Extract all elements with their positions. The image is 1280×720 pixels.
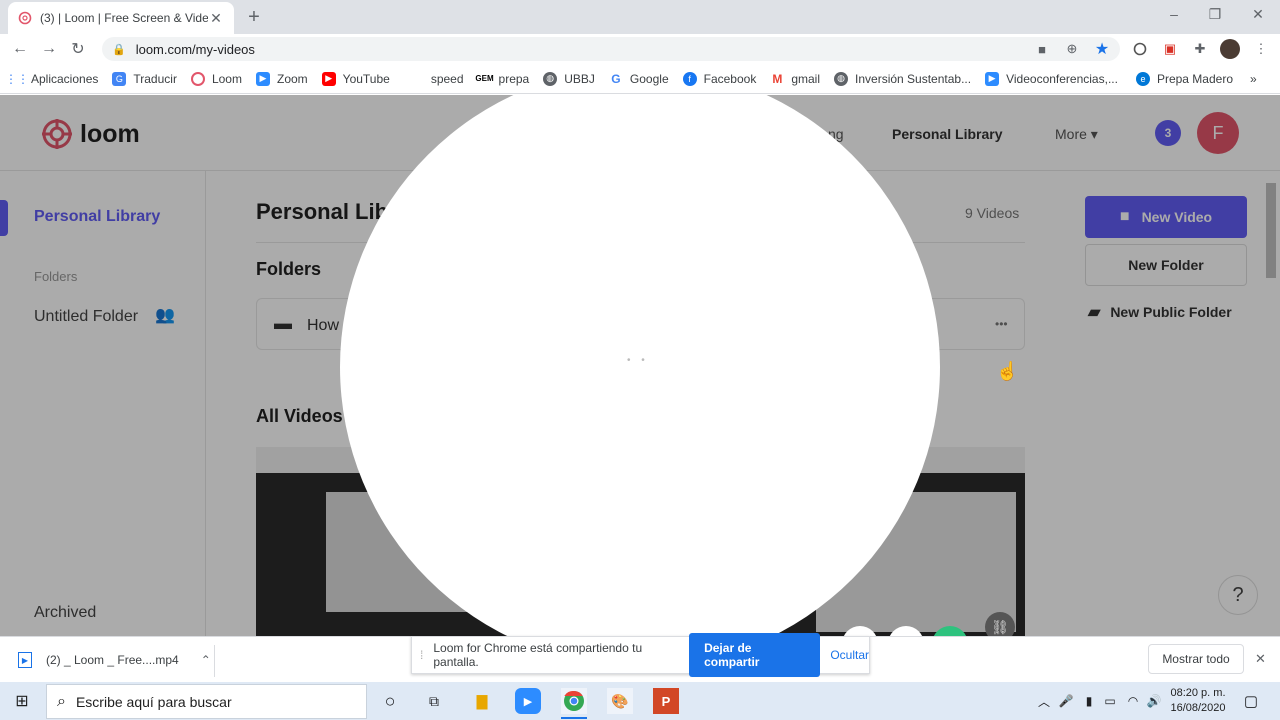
bookmark-youtube[interactable]: ▶ YouTube (321, 71, 390, 86)
bookmark-prepa[interactable]: GEM prepa (475, 72, 529, 86)
bookmark-traducir[interactable]: G Traducir (112, 71, 177, 86)
forward-icon[interactable]: → (38, 38, 60, 60)
blank-icon (410, 72, 424, 86)
bookmark-star-icon[interactable]: ★ (1093, 40, 1111, 58)
bookmark-zoom[interactable]: ▶ Zoom (255, 71, 308, 86)
bookmark-gmail[interactable]: Mgmail (770, 72, 820, 86)
loom-extension-icon[interactable] (1131, 40, 1149, 58)
tab-close-icon[interactable]: ✕ (208, 10, 224, 27)
file-explorer-icon[interactable]: ▇ (469, 688, 495, 714)
google-icon: G (611, 71, 621, 86)
youtube-icon: ▶ (321, 71, 336, 86)
show-all-button[interactable]: Mostrar todo (1148, 644, 1244, 674)
bookmarks-bar: ⋮⋮ Aplicaciones G Traducir Loom ▶ Zoom ▶ You… (0, 64, 1280, 94)
page-content: loom ng Personal Library More ▾ 3 F Pers… (0, 95, 1280, 636)
task-view-icon[interactable]: ⧉ (421, 688, 447, 714)
search-icon: ⌕ (57, 692, 66, 710)
download-bar-close-icon[interactable]: ✕ (1255, 651, 1266, 667)
zoom-magnifier-icon[interactable]: ⊕ (1063, 40, 1081, 58)
browser-tab[interactable]: (3) | Loom | Free Screen & Video ✕ (8, 2, 234, 34)
notifications-icon[interactable]: ▢ (1238, 688, 1264, 714)
drag-handle-icon[interactable]: ⁞ (420, 648, 423, 662)
download-item[interactable]: ▶ (2) _ Loom _ Free....mp4 ⌃ (18, 652, 211, 668)
bookmark-videoconferencias[interactable]: ▶ Videoconferencias,... (985, 71, 1118, 86)
tab-strip: (3) | Loom | Free Screen & Video ✕ + – ❐… (0, 0, 1280, 34)
bookmark-facebook[interactable]: f Facebook (682, 71, 756, 86)
loading-dots: • • (627, 355, 649, 366)
bookmark-loom[interactable]: Loom (190, 71, 242, 86)
profile-avatar[interactable] (1220, 39, 1240, 59)
active-app-indicator (561, 717, 587, 719)
screen-share-bar: ⁞ Loom for Chrome está compartiendo tu p… (411, 633, 870, 677)
url-text: loom.com/my-videos (135, 41, 255, 57)
globe-icon: ◍ (543, 71, 558, 86)
translate-icon: G (112, 71, 127, 86)
hide-link[interactable]: Ocultar (830, 648, 869, 662)
menu-kebab-icon[interactable]: ⋮ (1252, 40, 1270, 58)
bookmark-aplicaciones[interactable]: ⋮⋮ Aplicaciones (5, 71, 98, 86)
extensions-puzzle-icon[interactable]: ✚ (1191, 40, 1209, 58)
minimize-button[interactable]: – (1164, 6, 1184, 22)
clock-date: 16/08/2020 (1170, 702, 1226, 714)
powerpoint-app-icon[interactable]: P (653, 688, 679, 714)
chrome-app-icon[interactable] (561, 688, 587, 714)
globe-icon: ◍ (834, 71, 849, 86)
save-extension-icon[interactable]: ▣ (1161, 40, 1179, 58)
taskbar-search-input[interactable]: ⌕ Escribe aquí para buscar (46, 684, 367, 719)
volume-icon[interactable]: 🔊 (1141, 688, 1167, 714)
edge-icon: e (1135, 71, 1150, 86)
tab-title: (3) | Loom | Free Screen & Video (40, 11, 208, 25)
bookmark-prepa-madero[interactable]: e Prepa Madero (1135, 71, 1233, 86)
copy-link-icon[interactable]: ⛓ (985, 612, 1015, 636)
gmail-icon: M (772, 71, 783, 86)
close-window-button[interactable]: ✕ (1248, 6, 1268, 23)
facebook-icon: f (682, 71, 697, 86)
loom-favicon-icon (18, 11, 32, 25)
clock-time: 08:20 p. m. (1170, 687, 1226, 699)
taskbar-clock[interactable]: 08:20 p. m. 16/08/2020 (1166, 686, 1230, 716)
video-file-icon: ▶ (18, 652, 32, 668)
bookmarks-overflow-icon[interactable]: » (1250, 72, 1257, 86)
mouse-cursor-icon: ☝ (996, 361, 1019, 381)
divider (214, 645, 215, 677)
chevron-up-icon[interactable]: ⌃ (201, 653, 211, 667)
download-file-name: (2) _ Loom _ Free....mp4 (46, 653, 179, 667)
bookmark-ubbj[interactable]: ◍ UBBJ (543, 71, 595, 86)
windows-start-icon[interactable]: ⊞ (9, 688, 35, 714)
new-tab-button[interactable]: + (244, 6, 264, 29)
bookmark-google[interactable]: G Google (609, 71, 668, 86)
zoom-icon: ▶ (985, 71, 1000, 86)
reload-icon[interactable]: ↻ (67, 38, 89, 60)
paint-app-icon[interactable]: 🎨 (607, 688, 633, 714)
maximize-button[interactable]: ❐ (1205, 6, 1225, 23)
camera-bubble[interactable]: • • (340, 95, 940, 636)
zoom-icon: ▶ (255, 71, 270, 86)
lock-icon: 🔒 (112, 43, 126, 56)
camera-icon[interactable]: ■ (1033, 40, 1051, 58)
apps-grid-icon: ⋮⋮ (5, 71, 29, 86)
loom-icon (190, 71, 205, 86)
stop-sharing-button[interactable]: Dejar de compartir (689, 633, 821, 677)
zoom-app-icon[interactable]: ▶ (515, 688, 541, 714)
search-placeholder: Escribe aquí para buscar (75, 693, 232, 710)
bookmark-speed[interactable]: speed (410, 72, 464, 86)
cortana-icon[interactable]: ○ (377, 688, 403, 714)
bookmark-inversion[interactable]: ◍ Inversión Sustentab... (834, 71, 971, 86)
gem-icon: GEM (475, 74, 494, 83)
address-bar[interactable]: 🔒 loom.com/my-videos (102, 37, 1120, 61)
share-message: Loom for Chrome está compartiendo tu pan… (433, 641, 643, 669)
back-icon[interactable]: ← (9, 38, 31, 60)
